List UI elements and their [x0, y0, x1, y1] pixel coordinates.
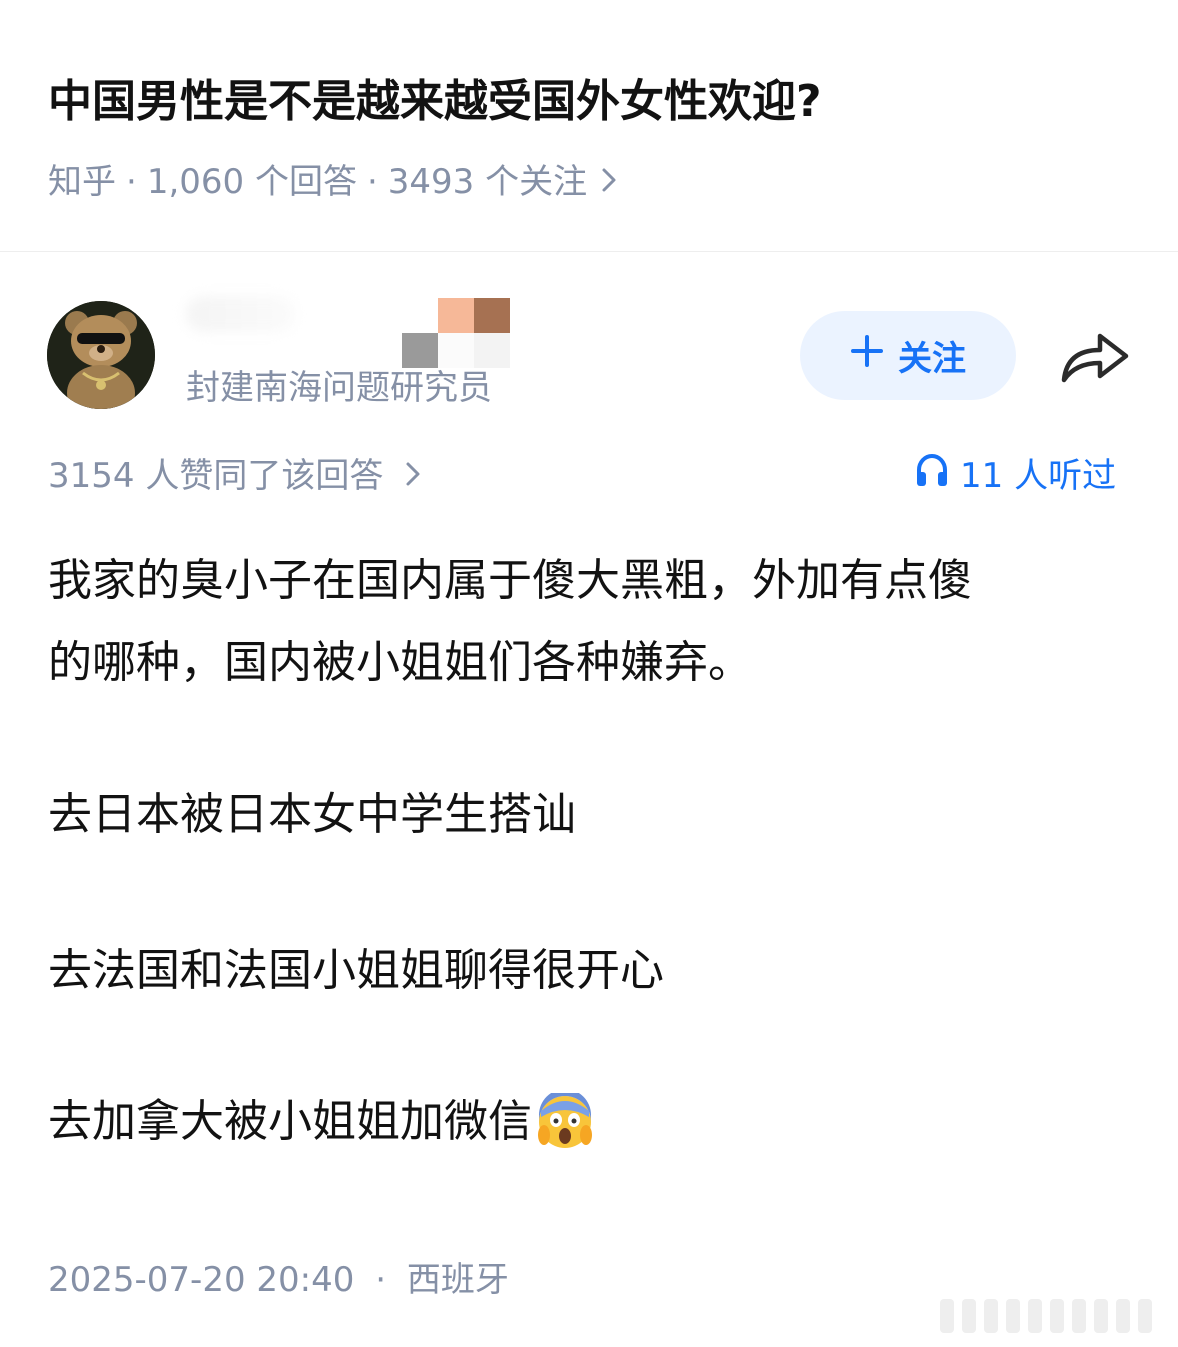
avatar[interactable] [47, 301, 155, 409]
listen-count-text: 11 人听过 [960, 456, 1117, 496]
location: 西班牙 [406, 1260, 509, 1300]
follow-label: 关注 [898, 339, 966, 379]
meta-separator: · [366, 162, 378, 202]
follow-button[interactable]: 关注 [800, 311, 1016, 400]
share-arrow-icon [1061, 333, 1129, 383]
answer-paragraph-4: 去加拿大被小姐姐加微信 [48, 1083, 594, 1161]
screaming-face-emoji-icon [536, 1089, 594, 1151]
footer-separator: · [375, 1260, 387, 1300]
vote-count[interactable]: 3154 人赞同了该回答 [48, 452, 421, 500]
vote-count-text: 3154 人赞同了该回答 [48, 456, 384, 496]
follower-count: 3493 个关注 [387, 162, 588, 202]
watermark-bars [940, 1296, 1168, 1336]
question-meta[interactable]: 知乎 · 1,060 个回答 · 3493 个关注 [48, 158, 617, 206]
share-button[interactable] [1058, 322, 1132, 388]
answer-count: 1,060 个回答 [146, 162, 357, 202]
answer-paragraph-2: 去日本被日本女中学生搭讪 [48, 789, 576, 840]
timestamp: 2025-07-20 20:40 [48, 1260, 355, 1300]
listen-count[interactable]: 11 人听过 [914, 452, 1116, 500]
author-badge-mosaic [402, 298, 514, 368]
chevron-right-icon [405, 452, 421, 500]
question-title[interactable]: 中国男性是不是越来越受国外女性欢迎? [48, 70, 1138, 134]
source-label: 知乎 [48, 162, 116, 202]
author-bio: 封建南海问题研究员 [186, 368, 492, 408]
headphones-icon [914, 452, 950, 501]
author-name-blurred[interactable] [186, 296, 296, 332]
chevron-right-icon [601, 158, 617, 206]
answer-paragraph-3: 去法国和法国小姐姐聊得很开心 [48, 945, 664, 996]
answer-paragraph-1-line-2: 的哪种，国内被小姐姐们各种嫌弃。 [48, 637, 752, 688]
plus-icon [850, 334, 884, 377]
meta-separator: · [126, 162, 137, 202]
answer-footer: 2025-07-20 20:40 · 西班牙 [48, 1256, 509, 1304]
teddy-bear-avatar-icon [47, 301, 155, 409]
answer-paragraph-1-line-1: 我家的臭小子在国内属于傻大黑粗，外加有点傻 [48, 555, 972, 606]
section-divider [0, 251, 1178, 252]
answer-paragraph-4-text: 去加拿大被小姐姐加微信 [48, 1096, 532, 1147]
